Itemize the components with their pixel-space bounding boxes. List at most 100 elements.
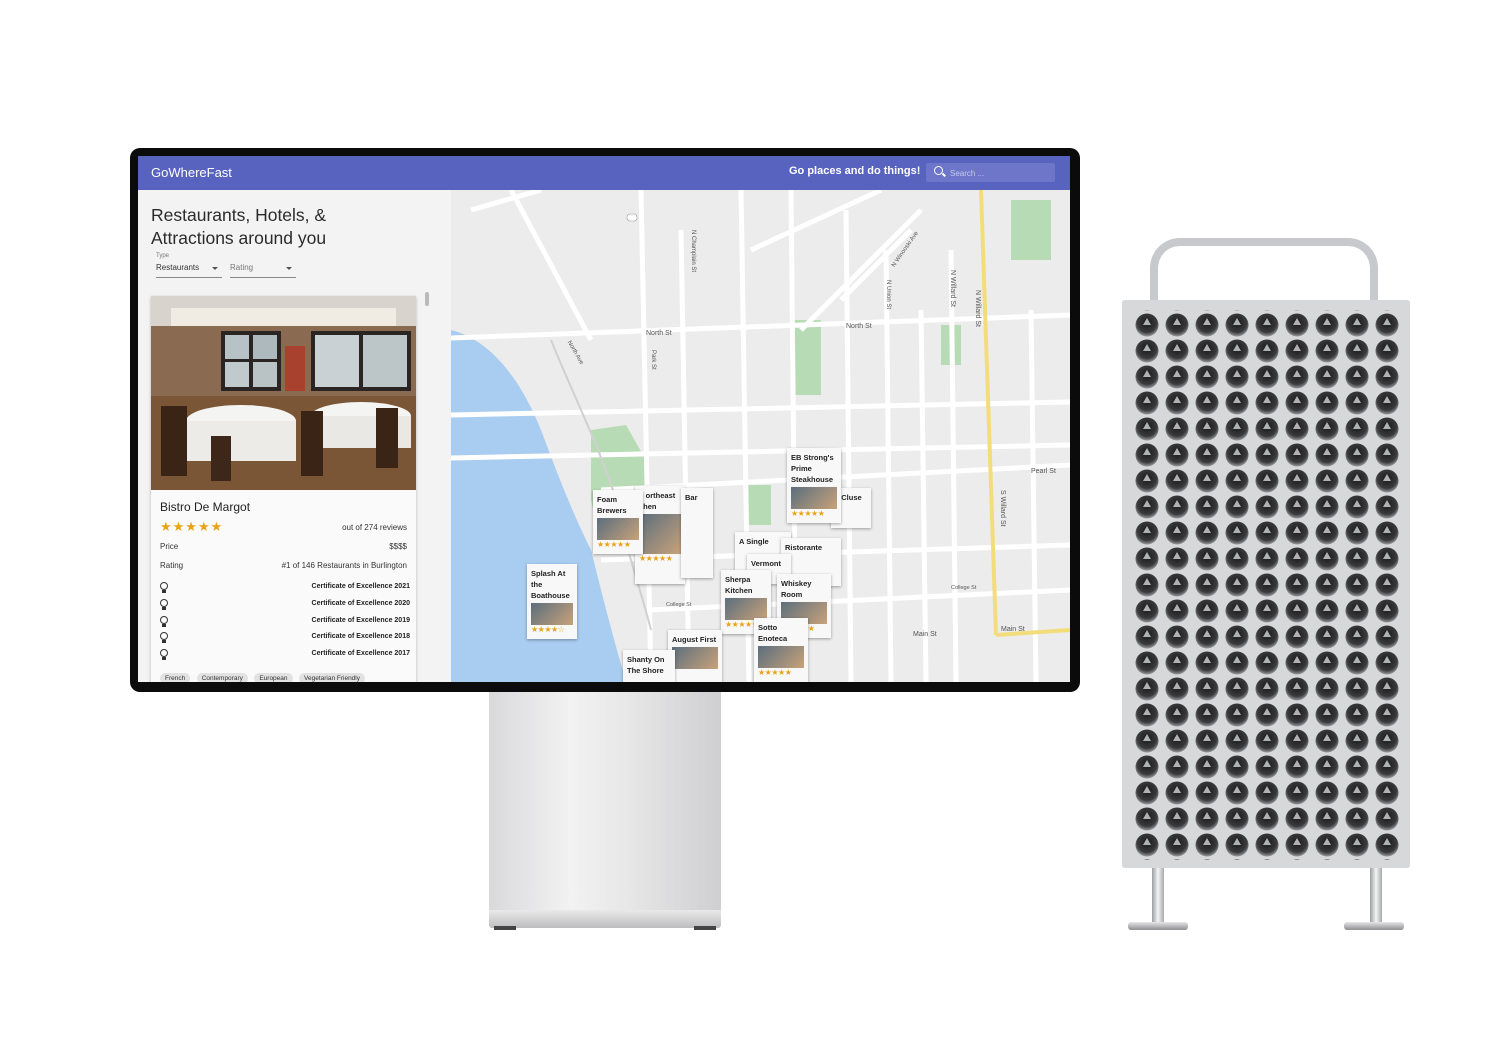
pin-name: Whiskey Room — [781, 579, 812, 599]
pin-name: Bar — [685, 493, 698, 502]
pin-photo — [758, 646, 804, 668]
pin-name: Vermont — [751, 559, 782, 568]
award-medal-icon — [160, 632, 168, 643]
award-medal-icon — [160, 599, 168, 610]
scrollbar[interactable] — [425, 292, 429, 306]
app-bar: GoWhereFast Go places and do things! — [138, 156, 1070, 190]
pin-name: u ortheast chen — [639, 491, 676, 511]
pin-stars: ★★★★☆ — [531, 625, 565, 634]
pin-photo — [672, 647, 718, 669]
results-panel: Restaurants, Hotels, & Attractions aroun… — [138, 190, 451, 682]
street-label: College St — [666, 602, 692, 608]
pin-name: Sotto Enoteca — [758, 623, 788, 643]
street-label: North St — [846, 323, 872, 330]
place-card[interactable]: Bistro De Margot ★★★★★ out of 274 review… — [151, 296, 416, 682]
map-pin-shanty-on-the-shore[interactable]: Shanty On The Shore — [623, 650, 675, 682]
map-view[interactable]: North St North St Pearl St Main St Main … — [451, 190, 1070, 682]
street-label: College St — [951, 585, 977, 591]
award-text: Certificate of Excellence 2020 — [311, 600, 410, 607]
pin-name: EB Strong's Prime Steakhouse — [791, 453, 834, 484]
mac-pro-leg — [1370, 868, 1382, 924]
pin-stars: ★★★★★ — [597, 540, 631, 549]
award-text: Certificate of Excellence 2021 — [311, 583, 410, 590]
award-medal-icon — [160, 616, 168, 627]
chevron-down-icon — [286, 267, 292, 270]
mac-pro-foot — [1128, 922, 1188, 930]
stand-foot — [494, 926, 516, 930]
map-pin-sotto-enoteca[interactable]: Sotto Enoteca ★★★★★ — [754, 618, 808, 682]
award-item: Certificate of Excellence 2021 — [160, 582, 410, 594]
pin-stars: ★★★★★ — [758, 668, 792, 677]
type-select[interactable]: Restaurants — [156, 263, 222, 278]
pin-name: August First — [672, 635, 717, 644]
tag-chip[interactable]: Vegetarian Friendly — [298, 673, 365, 682]
rating-stars: ★★★★★ — [160, 519, 224, 534]
street-label: Main St — [1001, 626, 1025, 633]
mac-pro-tower — [1122, 300, 1410, 868]
type-select-value: Restaurants — [156, 263, 200, 272]
award-item: Certificate of Excellence 2019 — [160, 616, 410, 628]
award-medal-icon — [160, 649, 168, 660]
pin-name: A Single — [739, 537, 769, 546]
type-label: Type — [156, 253, 170, 259]
display-stand — [489, 692, 721, 912]
street-label: Park St — [650, 350, 656, 370]
pin-name: Ristorante — [785, 543, 823, 552]
stand-foot — [694, 926, 716, 930]
review-count: out of 274 reviews — [342, 523, 407, 532]
pin-name: Sherpa Kitchen — [725, 575, 753, 595]
street-label: Pearl St — [1031, 468, 1056, 475]
search-icon — [934, 166, 943, 175]
price-label: Price — [160, 542, 179, 551]
map-pin[interactable]: Bar — [681, 488, 713, 578]
page-title: Restaurants, Hotels, & Attractions aroun… — [151, 205, 327, 248]
street-label: N Union St — [885, 280, 891, 310]
tag-list: French Contemporary European Vegetarian … — [160, 667, 367, 682]
tagline: Go places and do things! — [789, 165, 921, 177]
brand-title[interactable]: GoWhereFast — [151, 165, 232, 180]
pin-stars: ★★★★★ — [791, 509, 825, 518]
award-item: Certificate of Excellence 2018 — [160, 632, 410, 644]
pin-photo — [597, 518, 639, 540]
mac-pro-leg — [1152, 868, 1164, 924]
street-label: N Willard St — [949, 270, 956, 307]
price-value: $$$$ — [389, 542, 407, 551]
tag-chip[interactable]: Contemporary — [196, 673, 248, 682]
search-box[interactable] — [926, 163, 1055, 182]
award-text: Certificate of Excellence 2019 — [311, 617, 410, 624]
rating-label: Rating — [160, 561, 184, 570]
street-label: Main St — [913, 631, 937, 638]
street-label: N Champlain St — [690, 230, 696, 273]
award-item: Certificate of Excellence 2020 — [160, 599, 410, 611]
street-label: N Willard St — [974, 290, 981, 327]
map-pin-august-first[interactable]: August First — [668, 630, 722, 682]
tag-chip[interactable]: European — [254, 673, 293, 682]
rating-select[interactable]: Rating — [230, 263, 296, 278]
pin-name: Foam Brewers — [597, 495, 627, 515]
street-label: S Willard St — [999, 490, 1006, 527]
award-medal-icon — [160, 582, 168, 593]
map-pin-foam-brewers[interactable]: Foam Brewers ★★★★★ — [593, 490, 643, 554]
restaurant-photo — [151, 296, 416, 490]
pin-name: Shanty On The Shore — [627, 655, 665, 675]
mac-pro-foot — [1344, 922, 1404, 930]
award-text: Certificate of Excellence 2018 — [311, 633, 410, 640]
map-pin-splash-boathouse[interactable]: Splash At the Boathouse ★★★★☆ — [527, 564, 577, 639]
pin-photo — [639, 514, 681, 554]
tag-chip[interactable]: French — [160, 673, 191, 682]
mac-pro-handle — [1150, 238, 1378, 308]
pin-stars: ★★★★★ — [639, 554, 673, 563]
chevron-down-icon — [212, 267, 218, 270]
search-input[interactable] — [948, 165, 1052, 181]
studio-display: GoWhereFast Go places and do things! Res… — [130, 148, 1080, 692]
display-stand-base — [489, 910, 721, 928]
rating-select-value: Rating — [230, 263, 254, 272]
pin-photo — [531, 603, 573, 625]
award-text: Certificate of Excellence 2017 — [311, 650, 410, 657]
pin-name: Splash At the Boathouse — [531, 569, 570, 600]
pin-photo — [791, 487, 837, 509]
pin-photo — [725, 598, 767, 620]
rating-value: #1 of 146 Restaurants in Burlington — [281, 561, 407, 570]
map-pin-eb-strongs[interactable]: EB Strong's Prime Steakhouse ★★★★★ — [787, 448, 841, 523]
place-name[interactable]: Bistro De Margot — [160, 500, 250, 514]
